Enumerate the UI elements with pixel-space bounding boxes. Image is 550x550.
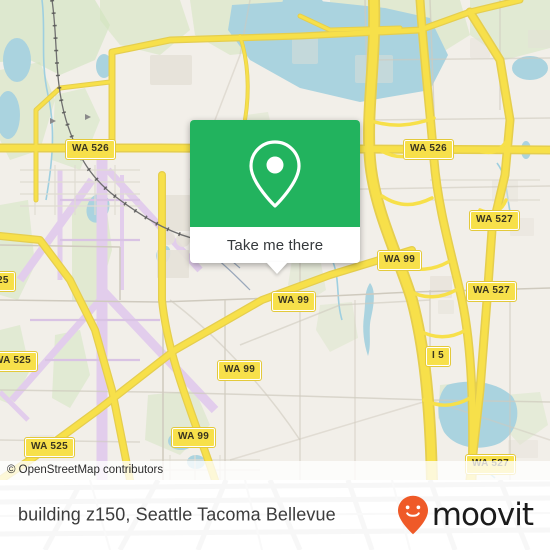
road-shield[interactable]: 25 xyxy=(0,271,16,292)
road-shield[interactable]: WA 526 xyxy=(64,139,117,160)
map-pin-icon xyxy=(249,139,301,208)
road-shield[interactable]: WA 525 xyxy=(0,351,39,372)
popup-header xyxy=(190,120,360,227)
road-shield[interactable]: I 5 xyxy=(424,346,452,367)
moovit-smiley-pin-icon xyxy=(397,495,428,535)
moovit-map-screenshot: WA 526 WA 526 WA 527 WA 527 WA 99 WA 99 … xyxy=(0,0,550,550)
road-shield[interactable]: WA 526 xyxy=(402,139,455,160)
road-shield[interactable]: WA 99 xyxy=(170,427,217,448)
road-shield[interactable]: WA 99 xyxy=(216,360,263,381)
footer-bar: building z150, Seattle Tacoma Bellevue m… xyxy=(0,480,550,550)
page-title: building z150, Seattle Tacoma Bellevue xyxy=(18,504,336,525)
road-shield[interactable]: WA 527 xyxy=(465,281,518,302)
road-shield[interactable]: WA 525 xyxy=(23,437,76,458)
popup-pointer xyxy=(266,262,288,274)
take-me-there-label: Take me there xyxy=(226,236,324,254)
map-canvas[interactable]: WA 526 WA 526 WA 527 WA 527 WA 99 WA 99 … xyxy=(0,0,550,480)
moovit-logo[interactable]: moovit xyxy=(397,495,534,535)
map-attribution[interactable]: © OpenStreetMap contributors xyxy=(0,461,550,480)
road-shield[interactable]: WA 99 xyxy=(270,291,317,312)
popup-action-bar[interactable]: Take me there xyxy=(190,227,360,274)
road-shield[interactable]: WA 527 xyxy=(468,210,521,231)
road-shield[interactable]: WA 99 xyxy=(376,250,423,271)
location-popup[interactable]: Take me there xyxy=(190,120,360,274)
moovit-wordmark: moovit xyxy=(431,496,534,533)
